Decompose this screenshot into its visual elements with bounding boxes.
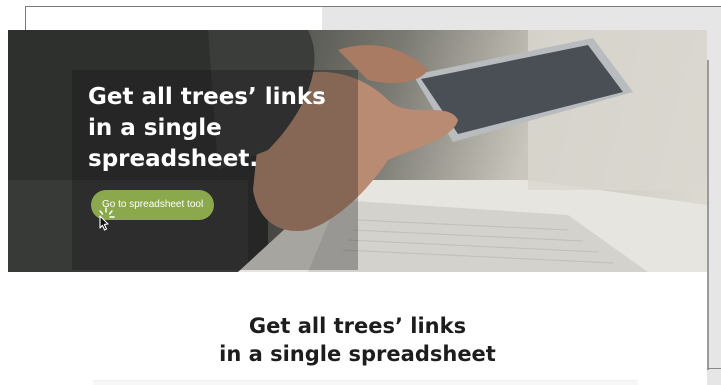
section-title-line: Get all trees’ links [248, 314, 467, 338]
background-window-edge [322, 6, 721, 7]
hero-title: Get all trees’ links in a single spreads… [88, 82, 358, 175]
content-card-top [93, 380, 638, 385]
section-title-line: in a single spreadsheet [219, 342, 496, 366]
hero-title-line: in a single [88, 115, 222, 141]
hero-title-line: Get all trees’ links [88, 84, 326, 110]
hero-title-line: spreadsheet. [88, 146, 259, 172]
frame-foot [707, 368, 721, 369]
pointer-cursor-click-icon [99, 207, 115, 231]
scroll-edge [707, 60, 709, 370]
web-page: Get all trees’ links in a single spreads… [8, 30, 707, 385]
frame-corner [25, 6, 325, 30]
hero-banner: Get all trees’ links in a single spreads… [8, 30, 707, 272]
section-title: Get all trees’ links in a single spreads… [8, 312, 707, 368]
